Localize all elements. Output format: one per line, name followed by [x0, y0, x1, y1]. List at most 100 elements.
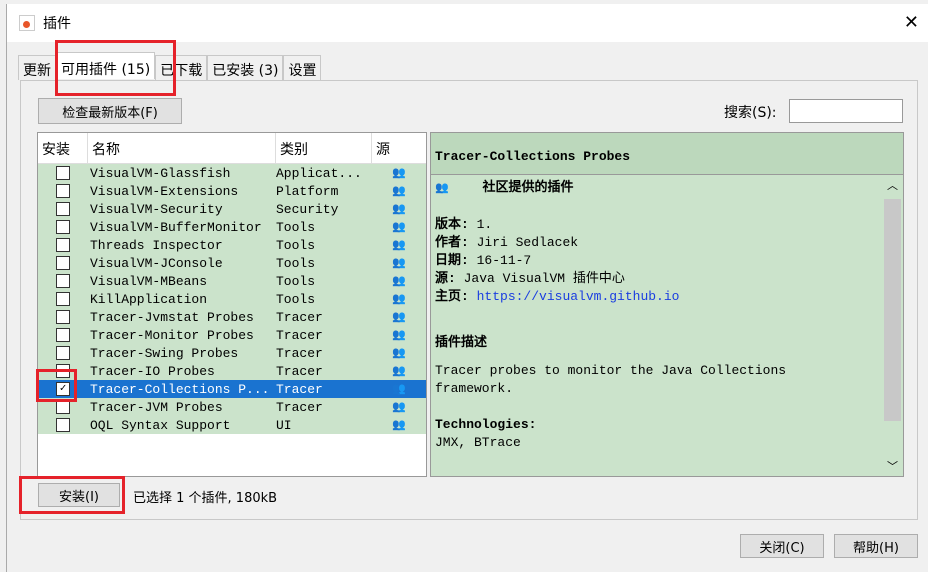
- scroll-up-icon[interactable]: ︿: [887, 177, 898, 193]
- install-cell: [38, 220, 88, 234]
- app-icon: [19, 15, 35, 31]
- plugin-category: Platform: [276, 183, 339, 199]
- install-cell: [38, 418, 88, 432]
- scroll-down-icon[interactable]: ﹀: [887, 458, 898, 474]
- tab-installed[interactable]: 已安装 (3): [207, 55, 284, 80]
- plugin-category: Tracer: [276, 345, 323, 361]
- install-checkbox[interactable]: [56, 274, 70, 288]
- install-checkbox[interactable]: [56, 328, 70, 342]
- search-input[interactable]: [789, 99, 903, 123]
- community-icon: 👥: [435, 183, 449, 195]
- install-cell: [38, 292, 88, 306]
- table-row[interactable]: Tracer-Monitor Probes Tracer 👥: [38, 326, 426, 344]
- close-button[interactable]: 关闭(C): [740, 534, 824, 558]
- install-checkbox[interactable]: [56, 256, 70, 270]
- provider: 社区提供的插件: [482, 180, 574, 195]
- table-row[interactable]: VisualVM-Extensions Platform 👥: [38, 182, 426, 200]
- install-checkbox[interactable]: [56, 346, 70, 360]
- detail-scrollbar[interactable]: ︿ ﹀: [883, 177, 901, 474]
- install-cell: [38, 238, 88, 252]
- author: Jiri Sedlacek: [476, 235, 579, 250]
- highlight-box-checkbox: [36, 369, 77, 402]
- table-row[interactable]: ✓ Tracer-Collections P... Tracer 👥: [38, 380, 426, 398]
- detail-body: 👥 社区提供的插件 版本: 1. 作者: Jiri Sedlacek 日期: 1…: [435, 179, 875, 452]
- plugin-name: VisualVM-Extensions: [90, 183, 239, 199]
- table-row[interactable]: VisualVM-JConsole Tools 👥: [38, 254, 426, 272]
- home-label: 主页:: [435, 289, 469, 304]
- community-icon: 👥: [392, 222, 406, 234]
- version: 1.: [476, 217, 493, 232]
- plugin-name: Tracer-Jvmstat Probes: [90, 309, 254, 325]
- install-checkbox[interactable]: [56, 292, 70, 306]
- help-button[interactable]: 帮助(H): [834, 534, 918, 558]
- plugin-name: Tracer-Monitor Probes: [90, 327, 254, 343]
- col-source[interactable]: 源: [372, 133, 426, 163]
- plugin-name: OQL Syntax Support: [90, 417, 231, 433]
- community-icon: 👥: [392, 258, 406, 270]
- table-row[interactable]: Threads Inspector Tools 👥: [38, 236, 426, 254]
- install-checkbox[interactable]: [56, 166, 70, 180]
- tab-settings[interactable]: 设置: [283, 55, 322, 80]
- plugin-category: Applicat...: [276, 165, 362, 181]
- table-row[interactable]: Tracer-Swing Probes Tracer 👥: [38, 344, 426, 362]
- table-header: 安装 名称 类别 源: [38, 133, 426, 164]
- install-cell: [38, 184, 88, 198]
- install-checkbox[interactable]: [56, 418, 70, 432]
- window-title: 插件: [43, 16, 71, 32]
- plugin-category: Tracer: [276, 381, 323, 397]
- plugin-name: Tracer-IO Probes: [90, 363, 215, 379]
- install-checkbox[interactable]: [56, 310, 70, 324]
- community-icon: 👥: [392, 330, 406, 342]
- desc-heading: 插件描述: [435, 335, 488, 350]
- table-row[interactable]: VisualVM-BufferMonitor Tools 👥: [38, 218, 426, 236]
- highlight-box-tab: [55, 40, 176, 96]
- tech-heading: Technologies:: [435, 417, 537, 432]
- table-row[interactable]: OQL Syntax Support UI 👥: [38, 416, 426, 434]
- home-link[interactable]: https://visualvm.github.io: [477, 289, 680, 304]
- plugin-category: Tools: [276, 255, 316, 271]
- plugin-category: Tools: [276, 219, 316, 235]
- table-row[interactable]: Tracer-JVM Probes Tracer 👥: [38, 398, 426, 416]
- plugin-name: VisualVM-Security: [90, 201, 223, 217]
- col-name[interactable]: 名称: [88, 133, 276, 163]
- community-icon: 👥: [392, 294, 406, 306]
- plugin-category: Tracer: [276, 363, 323, 379]
- install-checkbox[interactable]: [56, 184, 70, 198]
- plugin-category: Security: [276, 201, 339, 217]
- check-updates-button[interactable]: 检查最新版本(F): [38, 98, 182, 124]
- close-icon[interactable]: ✕: [904, 12, 919, 33]
- source: Java VisualVM 插件中心: [463, 271, 625, 286]
- tab-updates[interactable]: 更新: [18, 55, 56, 80]
- install-checkbox[interactable]: [56, 238, 70, 252]
- detail-title: Tracer-Collections Probes: [431, 133, 903, 175]
- table-row[interactable]: VisualVM-Glassfish Applicat... 👥: [38, 164, 426, 182]
- table-row[interactable]: Tracer-Jvmstat Probes Tracer 👥: [38, 308, 426, 326]
- plugin-name: VisualVM-JConsole: [90, 255, 223, 271]
- install-checkbox[interactable]: [56, 400, 70, 414]
- plugin-category: Tracer: [276, 399, 323, 415]
- install-cell: [38, 400, 88, 414]
- title-bar: 插件 ✕: [7, 4, 928, 42]
- plugin-name: Tracer-Swing Probes: [90, 345, 239, 361]
- community-icon: 👥: [392, 240, 406, 252]
- community-icon: 👥: [392, 402, 406, 414]
- table-row[interactable]: VisualVM-MBeans Tools 👥: [38, 272, 426, 290]
- install-cell: [38, 310, 88, 324]
- version-label: 版本:: [435, 217, 469, 232]
- community-icon: 👥: [392, 384, 406, 396]
- scroll-thumb[interactable]: [884, 199, 901, 421]
- table-row[interactable]: VisualVM-Security Security 👥: [38, 200, 426, 218]
- table-row[interactable]: Tracer-IO Probes Tracer 👥: [38, 362, 426, 380]
- col-install[interactable]: 安装: [38, 133, 88, 163]
- date-label: 日期:: [435, 253, 469, 268]
- install-checkbox[interactable]: [56, 202, 70, 216]
- search-label: 搜索(S):: [724, 105, 777, 121]
- plugin-name: VisualVM-BufferMonitor: [90, 219, 262, 235]
- community-icon: 👥: [392, 366, 406, 378]
- col-category[interactable]: 类别: [276, 133, 372, 163]
- table-row[interactable]: KillApplication Tools 👥: [38, 290, 426, 308]
- community-icon: 👥: [392, 168, 406, 180]
- plugin-name: KillApplication: [90, 291, 208, 307]
- plugin-category: Tools: [276, 237, 316, 253]
- install-checkbox[interactable]: [56, 220, 70, 234]
